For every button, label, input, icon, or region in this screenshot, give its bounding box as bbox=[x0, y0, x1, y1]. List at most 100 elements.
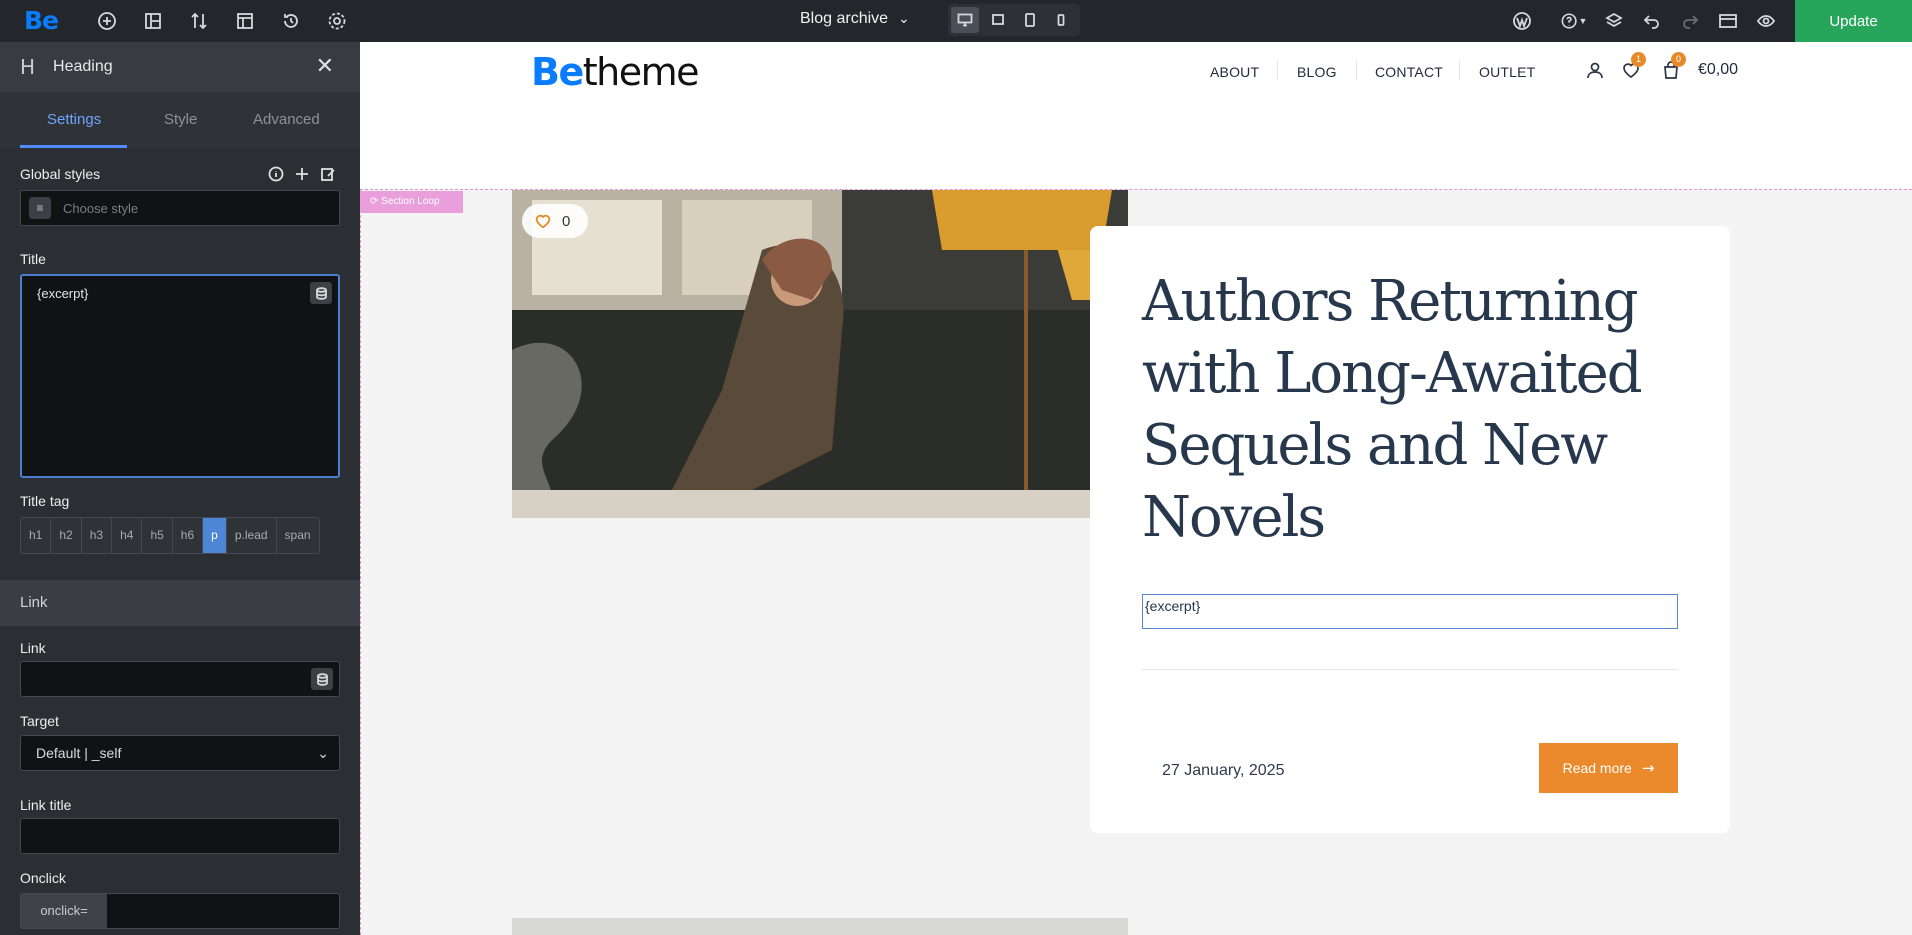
arrow-right-icon: → bbox=[1641, 759, 1655, 777]
target-select[interactable]: Default | _self ⌄ bbox=[20, 735, 340, 771]
preview-window-icon[interactable] bbox=[1716, 9, 1740, 33]
site-logo-be: Be bbox=[531, 50, 584, 94]
global-styles-label: Global styles bbox=[20, 166, 101, 182]
next-post-image[interactable] bbox=[512, 918, 1128, 935]
site-logo-theme: theme bbox=[582, 50, 700, 94]
preview-canvas: Betheme ABOUT BLOG CONTACT OUTLET 1 0 €0… bbox=[360, 42, 1912, 935]
undo-icon[interactable] bbox=[1640, 9, 1664, 33]
dynamic-data-icon[interactable] bbox=[310, 282, 332, 304]
tab-settings[interactable]: Settings bbox=[47, 111, 101, 128]
title-tag-label: Title tag bbox=[20, 493, 70, 509]
link-label: Link bbox=[20, 640, 46, 656]
list-icon: ≡ bbox=[29, 197, 51, 219]
tag-h5[interactable]: h5 bbox=[142, 518, 173, 553]
likes-count: 0 bbox=[562, 212, 571, 230]
page-selector-label: Blog archive bbox=[800, 10, 889, 27]
link-title-label: Link title bbox=[20, 797, 72, 813]
title-label: Title bbox=[20, 251, 46, 267]
sort-icon[interactable] bbox=[187, 9, 211, 33]
target-value: Default | _self bbox=[36, 745, 122, 761]
choose-style-placeholder: Choose style bbox=[63, 200, 139, 216]
heading-icon: H bbox=[20, 55, 36, 79]
tag-h3[interactable]: h3 bbox=[82, 518, 113, 553]
settings-panel: H Heading ✕ Settings Style Advanced Glob… bbox=[0, 42, 360, 935]
add-element-icon[interactable] bbox=[95, 9, 119, 33]
title-tag-selector: h1 h2 h3 h4 h5 h6 p p.lead span bbox=[20, 517, 320, 554]
panel-title: Heading bbox=[53, 58, 113, 75]
cart-count-badge: 0 bbox=[1671, 52, 1686, 67]
close-icon[interactable]: ✕ bbox=[316, 54, 334, 79]
plus-icon[interactable] bbox=[294, 166, 310, 187]
link-input[interactable] bbox=[20, 661, 340, 697]
onclick-prefix: onclick= bbox=[21, 894, 107, 928]
user-icon[interactable] bbox=[1585, 60, 1605, 85]
title-textarea[interactable]: {excerpt} bbox=[20, 274, 340, 478]
nav-about[interactable]: ABOUT bbox=[1210, 64, 1259, 80]
nav-divider bbox=[1356, 60, 1357, 80]
tab-style[interactable]: Style bbox=[164, 111, 197, 128]
tag-h6[interactable]: h6 bbox=[173, 518, 204, 553]
tag-h4[interactable]: h4 bbox=[112, 518, 143, 553]
nav-contact[interactable]: CONTACT bbox=[1375, 64, 1443, 80]
templates-icon[interactable] bbox=[233, 9, 257, 33]
wordpress-icon[interactable] bbox=[1510, 9, 1534, 33]
mobile-icon[interactable] bbox=[1047, 7, 1075, 33]
tag-p-lead[interactable]: p.lead bbox=[227, 518, 277, 553]
panel-tabs: Settings Style Advanced bbox=[0, 92, 360, 148]
tag-h2[interactable]: h2 bbox=[51, 518, 82, 553]
redo-icon[interactable] bbox=[1678, 9, 1702, 33]
woman-by-window-photo bbox=[512, 190, 1128, 518]
card-divider bbox=[1142, 669, 1678, 670]
tag-span[interactable]: span bbox=[277, 518, 319, 553]
section-loop-label: Section Loop bbox=[381, 196, 440, 207]
device-switcher bbox=[948, 4, 1080, 36]
post-featured-image[interactable]: 0 bbox=[512, 190, 1128, 518]
target-label: Target bbox=[20, 713, 59, 729]
info-icon[interactable] bbox=[268, 166, 284, 187]
laptop-icon[interactable] bbox=[984, 7, 1012, 33]
section-loop-badge[interactable]: ⟳ Section Loop bbox=[360, 191, 463, 213]
edit-style-icon[interactable] bbox=[320, 166, 336, 187]
wishlist-count-badge: 1 bbox=[1631, 52, 1646, 67]
desktop-icon[interactable] bbox=[951, 7, 979, 33]
title-value: {excerpt} bbox=[37, 286, 89, 301]
onclick-input[interactable]: onclick= bbox=[20, 893, 340, 929]
page-selector[interactable]: Blog archive ⌄ bbox=[800, 10, 910, 28]
settings-gear-icon[interactable] bbox=[325, 9, 349, 33]
site-logo[interactable]: Betheme bbox=[531, 50, 700, 94]
site-header: Betheme ABOUT BLOG CONTACT OUTLET 1 0 €0… bbox=[360, 42, 1912, 190]
post-card: Authors Returning with Long-Awaited Sequ… bbox=[1090, 226, 1730, 833]
section-outline-left bbox=[360, 190, 361, 935]
link-section-header[interactable]: Link bbox=[0, 580, 360, 626]
nav-divider bbox=[1277, 60, 1278, 80]
tag-h1[interactable]: h1 bbox=[21, 518, 52, 553]
post-title[interactable]: Authors Returning with Long-Awaited Sequ… bbox=[1142, 266, 1682, 554]
chevron-down-icon: ⌄ bbox=[898, 11, 910, 27]
tag-p[interactable]: p bbox=[203, 518, 227, 553]
nav-divider bbox=[1459, 60, 1460, 80]
nav-blog[interactable]: BLOG bbox=[1297, 64, 1337, 80]
navigator-icon[interactable] bbox=[141, 9, 165, 33]
likes-button[interactable]: 0 bbox=[522, 204, 588, 238]
layers-icon[interactable] bbox=[1602, 9, 1626, 33]
help-icon[interactable]: ▼ bbox=[1556, 9, 1592, 33]
tablet-icon[interactable] bbox=[1016, 7, 1044, 33]
tab-advanced[interactable]: Advanced bbox=[253, 111, 320, 128]
active-tab-indicator bbox=[20, 145, 127, 148]
view-eye-icon[interactable] bbox=[1754, 9, 1778, 33]
read-more-button[interactable]: Read more → bbox=[1539, 743, 1678, 793]
onclick-label: Onclick bbox=[20, 870, 66, 886]
top-toolbar: Be Blog archive ⌄ ▼ Update bbox=[0, 0, 1912, 42]
post-date: 27 January, 2025 bbox=[1162, 762, 1285, 779]
global-style-select[interactable]: ≡ Choose style bbox=[20, 190, 340, 226]
link-dynamic-data-icon[interactable] bbox=[311, 668, 333, 690]
post-excerpt-selected[interactable]: {excerpt} bbox=[1142, 594, 1678, 629]
history-icon[interactable] bbox=[279, 9, 303, 33]
app-logo[interactable]: Be bbox=[24, 6, 59, 35]
link-title-input[interactable] bbox=[20, 818, 340, 854]
chevron-down-icon: ⌄ bbox=[317, 745, 329, 761]
cart-total[interactable]: €0,00 bbox=[1698, 61, 1738, 79]
update-button[interactable]: Update bbox=[1795, 0, 1912, 42]
heart-icon bbox=[535, 214, 551, 229]
nav-outlet[interactable]: OUTLET bbox=[1479, 64, 1535, 80]
